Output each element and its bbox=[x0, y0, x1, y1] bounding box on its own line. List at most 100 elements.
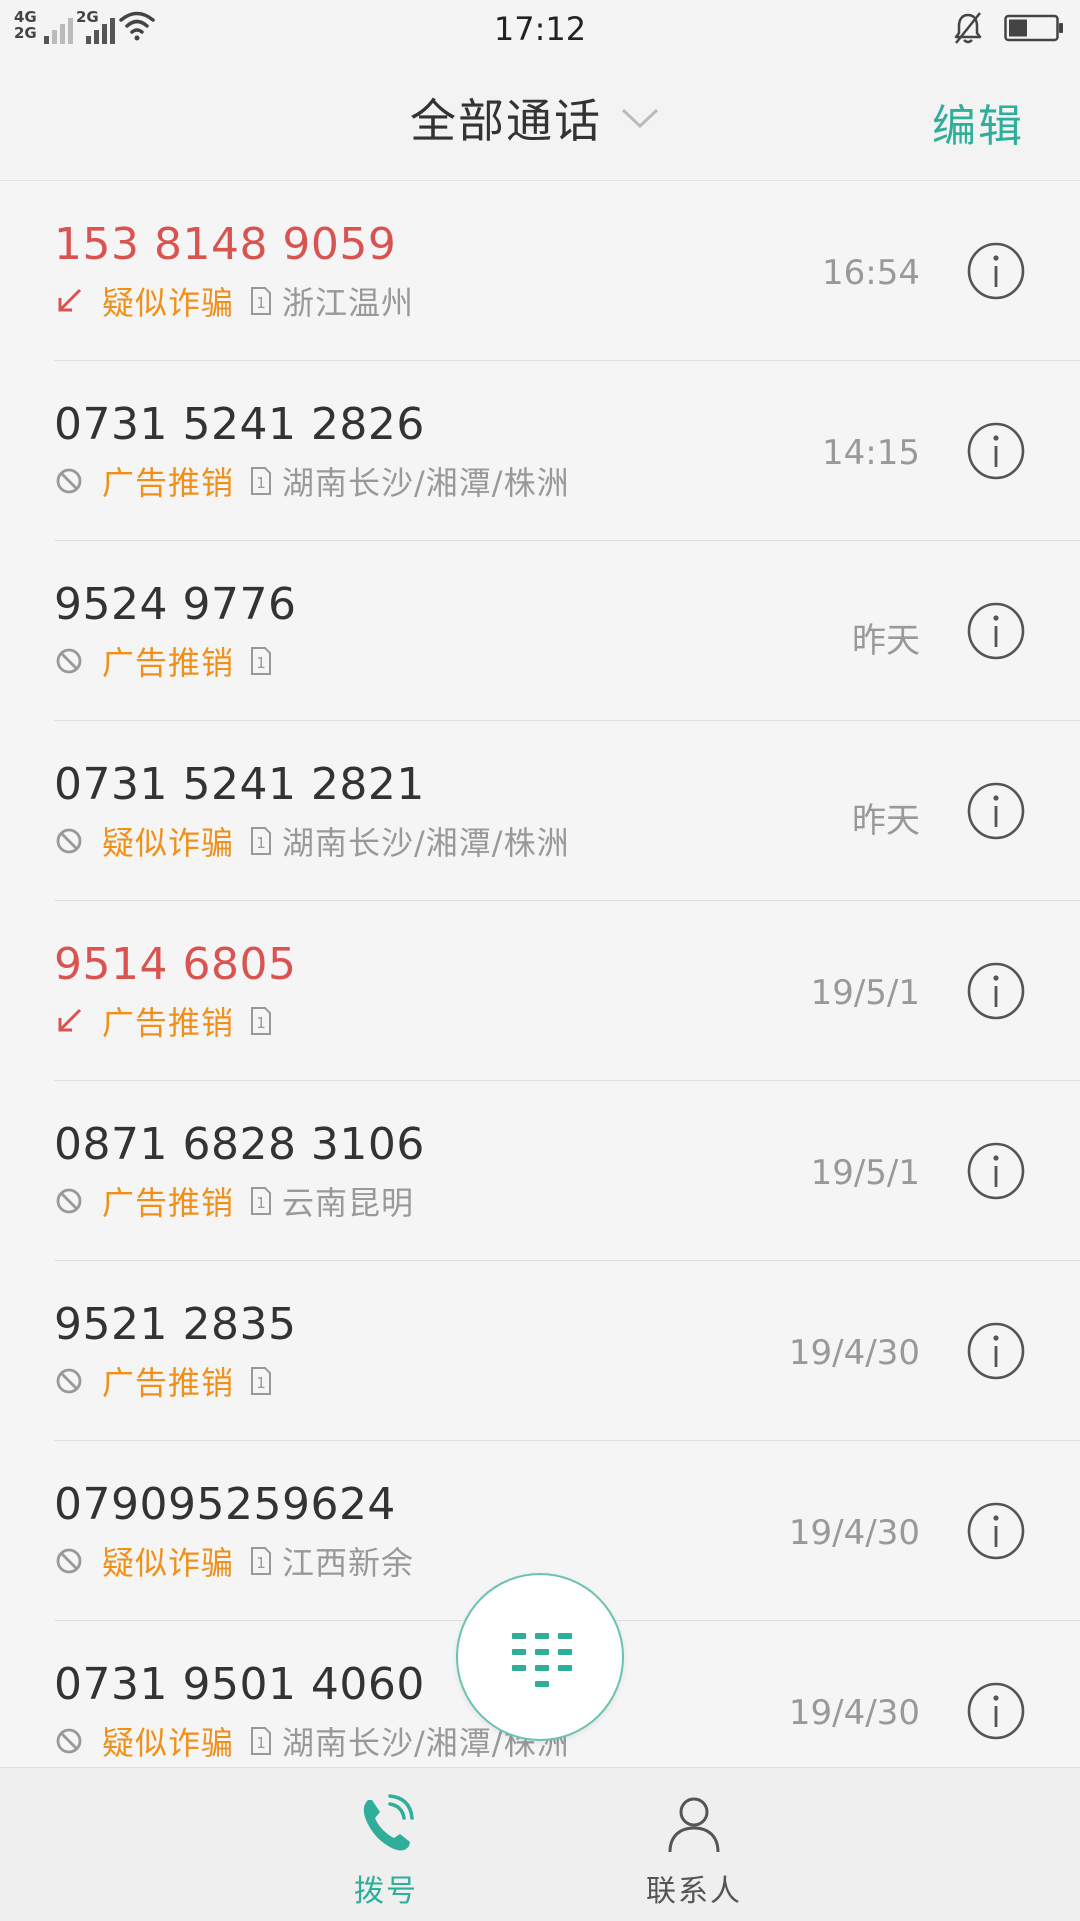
call-details: 疑似诈骗 1 江西新余 bbox=[54, 1541, 415, 1582]
call-number: 0731 5241 2826 bbox=[54, 399, 425, 450]
sim-slot-label: 1 bbox=[256, 654, 266, 672]
sim-card-icon: 1 bbox=[251, 1367, 272, 1395]
info-icon[interactable] bbox=[966, 421, 1026, 481]
sim-slot-label: 1 bbox=[256, 1734, 266, 1752]
dialpad-button[interactable] bbox=[456, 1573, 624, 1741]
call-row[interactable]: 0871 6828 3106 广告推销 1 云南昆明 19/5/1 bbox=[0, 1081, 1080, 1261]
call-row[interactable]: 153 8148 9059 疑似诈骗 1 浙江温州 16:54 bbox=[0, 181, 1080, 361]
call-details: 广告推销 1 bbox=[54, 641, 282, 682]
call-details: 疑似诈骗 1 湖南长沙/湘潭/株洲 bbox=[54, 1721, 570, 1762]
call-filter-dropdown[interactable]: 全部通话 bbox=[410, 88, 660, 148]
blocked-icon bbox=[56, 1368, 82, 1394]
call-location: 云南昆明 bbox=[282, 1184, 415, 1222]
call-tag: 疑似诈骗 bbox=[102, 824, 235, 862]
call-number: 0731 5241 2821 bbox=[54, 759, 425, 810]
sim-slot-label: 1 bbox=[256, 834, 266, 852]
missed-call-arrow-icon bbox=[58, 1008, 82, 1032]
tab-contacts-label: 联系人 bbox=[646, 1874, 742, 1909]
bottom-nav: 拨号 联系人 bbox=[0, 1767, 1080, 1921]
call-location: 湖南长沙/湘潭/株洲 bbox=[282, 824, 570, 862]
call-tag: 疑似诈骗 bbox=[102, 1544, 235, 1582]
sim-card-icon: 1 bbox=[251, 1007, 272, 1035]
sim-slot-label: 1 bbox=[256, 294, 266, 312]
sim-slot-label: 1 bbox=[256, 1554, 266, 1572]
call-row[interactable]: 9521 2835 广告推销 1 19/4/30 bbox=[0, 1261, 1080, 1441]
call-tag: 疑似诈骗 bbox=[102, 284, 235, 322]
call-time: 14:15 bbox=[822, 433, 920, 473]
call-row[interactable]: 0731 5241 2821 疑似诈骗 1 湖南长沙/湘潭/株洲 昨天 bbox=[0, 721, 1080, 901]
call-location: 湖南长沙/湘潭/株洲 bbox=[282, 464, 570, 502]
call-time: 昨天 bbox=[852, 621, 920, 661]
call-number: 079095259624 bbox=[54, 1479, 396, 1530]
sim-card-icon: 1 bbox=[251, 647, 272, 675]
call-location: 浙江温州 bbox=[282, 284, 415, 322]
info-icon[interactable] bbox=[966, 601, 1026, 661]
call-number: 9521 2835 bbox=[54, 1299, 297, 1350]
blocked-icon bbox=[56, 1188, 82, 1214]
call-time: 昨天 bbox=[852, 801, 920, 841]
call-time: 19/4/30 bbox=[788, 1333, 920, 1373]
info-icon[interactable] bbox=[966, 1681, 1026, 1741]
call-time: 19/4/30 bbox=[788, 1513, 920, 1553]
call-tag: 广告推销 bbox=[102, 1004, 235, 1042]
call-details: 广告推销 1 湖南长沙/湘潭/株洲 bbox=[54, 461, 570, 502]
info-icon[interactable] bbox=[966, 241, 1026, 301]
call-row[interactable]: 9514 6805 广告推销 1 19/5/1 bbox=[0, 901, 1080, 1081]
info-icon[interactable] bbox=[966, 1321, 1026, 1381]
sim-slot-label: 1 bbox=[256, 1194, 266, 1212]
tab-dial[interactable]: 拨号 bbox=[286, 1768, 486, 1921]
chevron-down-icon bbox=[621, 108, 659, 129]
blocked-icon bbox=[56, 1548, 82, 1574]
call-row[interactable]: 9524 9776 广告推销 1 昨天 bbox=[0, 541, 1080, 721]
sim-card-icon: 1 bbox=[251, 287, 272, 315]
missed-call-arrow-icon bbox=[58, 288, 82, 312]
call-list: 153 8148 9059 疑似诈骗 1 浙江温州 16:54 0731 5241 282… bbox=[0, 181, 1080, 1767]
call-time: 19/4/30 bbox=[788, 1693, 920, 1733]
call-details: 广告推销 1 云南昆明 bbox=[54, 1181, 415, 1222]
info-icon[interactable] bbox=[966, 1141, 1026, 1201]
status-bar: 4G 2G 2G 17:12 bbox=[0, 0, 1080, 58]
sim-slot-label: 1 bbox=[256, 1374, 266, 1392]
tab-dial-label: 拨号 bbox=[354, 1874, 418, 1909]
call-number: 0871 6828 3106 bbox=[54, 1119, 425, 1170]
info-icon[interactable] bbox=[966, 1501, 1026, 1561]
dialpad-icon bbox=[512, 1633, 572, 1687]
clock: 17:12 bbox=[493, 10, 587, 48]
call-tag: 广告推销 bbox=[102, 1184, 235, 1222]
blocked-icon bbox=[56, 468, 82, 494]
blocked-icon bbox=[56, 828, 82, 854]
call-location: 江西新余 bbox=[282, 1544, 415, 1582]
call-tag: 广告推销 bbox=[102, 644, 235, 682]
filter-title: 全部通话 bbox=[410, 94, 602, 148]
call-log-header: 全部通话 编辑 bbox=[0, 58, 1080, 181]
battery-icon bbox=[1004, 14, 1063, 42]
info-icon[interactable] bbox=[966, 961, 1026, 1021]
call-details: 疑似诈骗 1 湖南长沙/湘潭/株洲 bbox=[54, 821, 570, 862]
sim-card-icon: 1 bbox=[251, 827, 272, 855]
call-details: 广告推销 1 bbox=[54, 1001, 282, 1042]
sim-slot-label: 1 bbox=[256, 474, 266, 492]
person-icon bbox=[668, 1797, 720, 1853]
muted-bell-icon bbox=[954, 12, 982, 44]
call-details: 广告推销 1 bbox=[54, 1361, 282, 1402]
sim-card-icon: 1 bbox=[251, 467, 272, 495]
info-icon[interactable] bbox=[966, 781, 1026, 841]
call-tag: 疑似诈骗 bbox=[102, 1724, 235, 1762]
blocked-icon bbox=[56, 1728, 82, 1754]
call-time: 19/5/1 bbox=[810, 973, 920, 1013]
sim-card-icon: 1 bbox=[251, 1727, 272, 1755]
call-row[interactable]: 0731 5241 2826 广告推销 1 湖南长沙/湘潭/株洲 14:15 bbox=[0, 361, 1080, 541]
call-time: 16:54 bbox=[822, 253, 920, 293]
call-tag: 广告推销 bbox=[102, 464, 235, 502]
phone-icon bbox=[363, 1794, 414, 1851]
call-time: 19/5/1 bbox=[810, 1153, 920, 1193]
call-details: 疑似诈骗 1 浙江温州 bbox=[54, 281, 415, 322]
edit-button[interactable]: 编辑 bbox=[932, 90, 1024, 154]
call-number: 0731 9501 4060 bbox=[54, 1659, 425, 1710]
sim-card-icon: 1 bbox=[251, 1187, 272, 1215]
call-number: 153 8148 9059 bbox=[54, 219, 397, 270]
tab-contacts[interactable]: 联系人 bbox=[594, 1768, 794, 1921]
call-tag: 广告推销 bbox=[102, 1364, 235, 1402]
call-number: 9524 9776 bbox=[54, 579, 297, 630]
sim-slot-label: 1 bbox=[256, 1014, 266, 1032]
